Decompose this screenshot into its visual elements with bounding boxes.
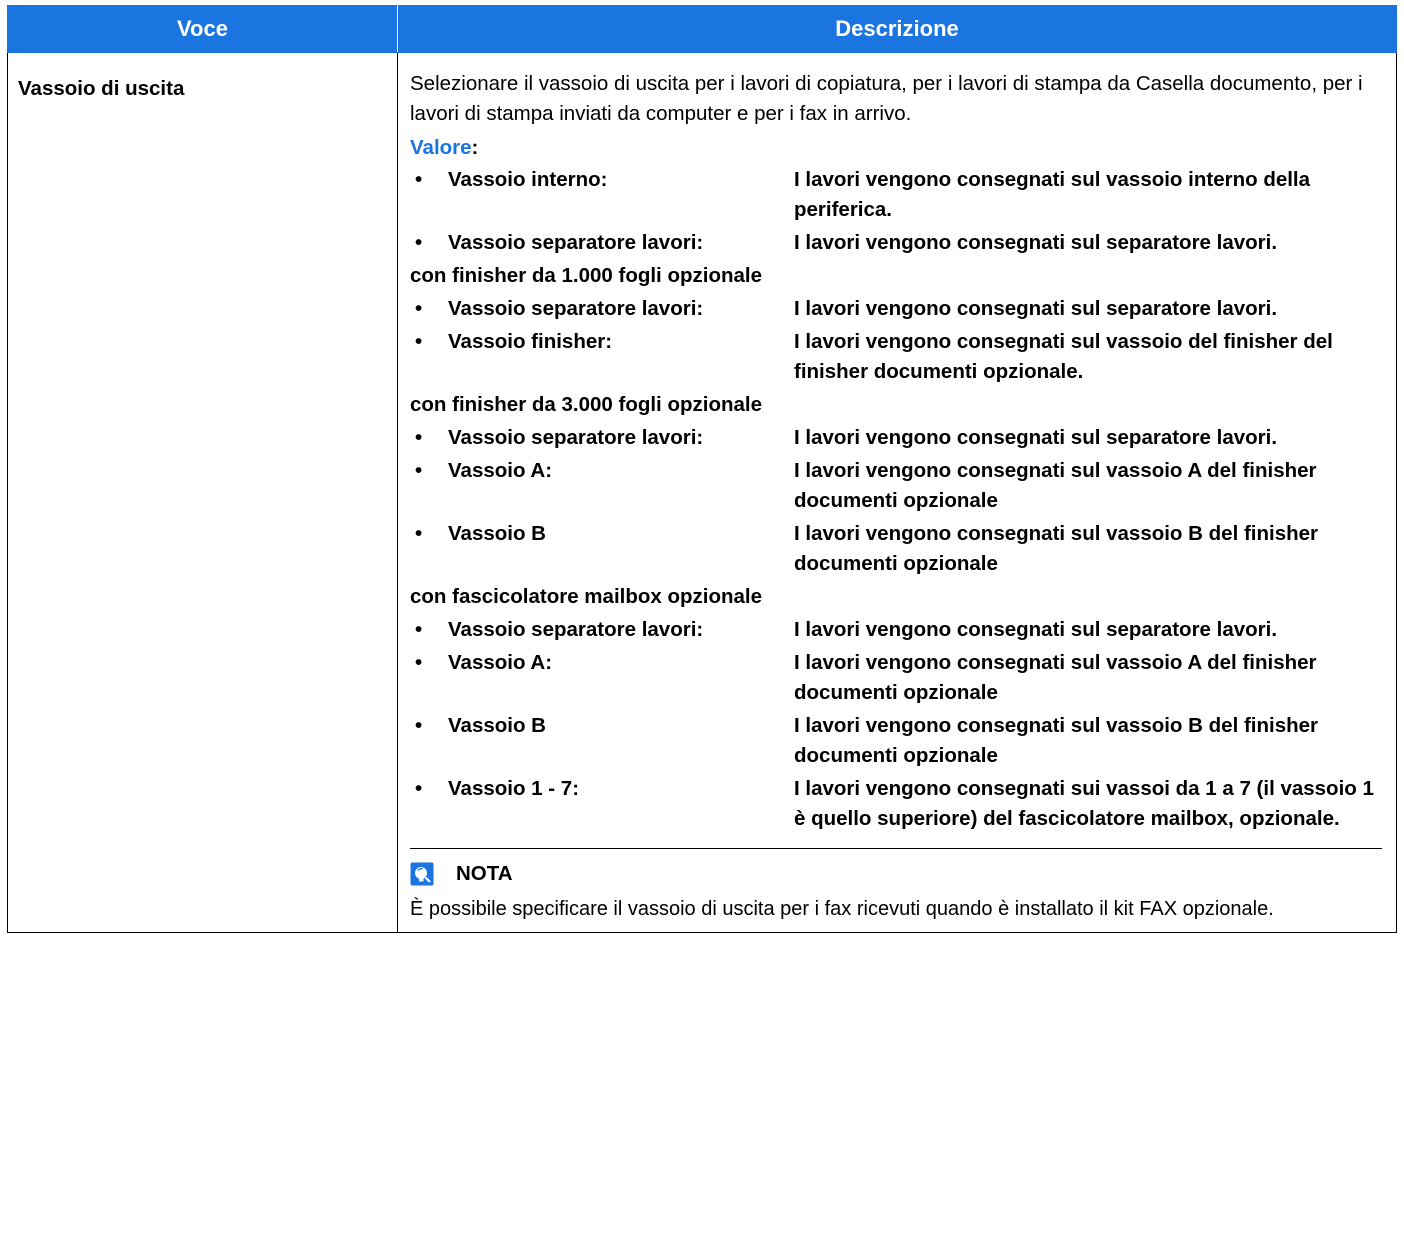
- bullet-icon: •: [415, 651, 423, 674]
- option-description: I lavori vengono consegnati sul vassoio …: [794, 330, 1333, 383]
- option-label: Vassoio B: [448, 522, 546, 545]
- option-label: Vassoio separatore lavori:: [448, 297, 704, 320]
- bullet-icon: •: [415, 231, 423, 254]
- note-box: NOTA È possibile specificare il vassoio …: [410, 848, 1382, 924]
- bullet-icon: •: [415, 297, 423, 320]
- option-description: I lavori vengono consegnati sul separato…: [794, 231, 1278, 254]
- bullet-icon: •: [415, 168, 423, 191]
- option-row: • Vassoio A: I lavori vengono consegnati s…: [410, 648, 1382, 708]
- note-text: È possibile specificare il vassoio di us…: [410, 898, 1274, 920]
- option-label: Vassoio A:: [448, 459, 553, 482]
- option-row: • Vassoio finisher: I lavori vengono conse…: [410, 327, 1382, 387]
- bullet-icon: •: [415, 714, 423, 737]
- group-heading: con finisher da 1.000 fogli opzionale: [410, 264, 762, 287]
- bullet-icon: •: [415, 330, 423, 353]
- valore-label: Valore: [410, 136, 472, 159]
- item-description: Selezionare il vassoio di uscita per i l…: [397, 52, 1397, 933]
- option-label: Vassoio 1 - 7:: [448, 777, 580, 800]
- options-list: • Vassoio interno: I lavori vengono conseg…: [410, 165, 1382, 834]
- option-label: Vassoio interno:: [448, 168, 608, 191]
- bullet-icon: •: [415, 618, 423, 641]
- option-row: • Vassoio 1 - 7: I lavori vengono consegna…: [410, 774, 1382, 834]
- option-label: Vassoio separatore lavori:: [448, 426, 704, 449]
- option-label: Vassoio finisher:: [448, 330, 613, 353]
- note-title: NOTA: [456, 862, 513, 885]
- option-description: I lavori vengono consegnati sul separato…: [794, 618, 1278, 641]
- option-description: I lavori vengono consegnati sul vassoio …: [794, 714, 1319, 767]
- column-header-voce: Voce: [7, 5, 398, 53]
- description-intro: Selezionare il vassoio di uscita per i l…: [410, 72, 1363, 125]
- column-header-descrizione: Descrizione: [397, 5, 1397, 53]
- option-description: I lavori vengono consegnati sul vassoio …: [794, 522, 1319, 575]
- bullet-icon: •: [415, 522, 423, 545]
- valore-colon: :: [471, 136, 479, 159]
- bullet-icon: •: [415, 426, 423, 449]
- table-header-row: Voce Descrizione: [7, 5, 1397, 53]
- note-icon: [410, 862, 434, 886]
- option-row: • Vassoio separatore lavori: I lavori veng…: [410, 228, 1382, 258]
- settings-table: Voce Descrizione Vassoio di uscita Selez…: [7, 5, 1397, 933]
- option-row: • Vassoio interno: I lavori vengono conseg…: [410, 165, 1382, 225]
- option-label: Vassoio B: [448, 714, 546, 737]
- option-description: I lavori vengono consegnati sul vassoio …: [794, 651, 1317, 704]
- option-description: I lavori vengono consegnati sul separato…: [794, 297, 1278, 320]
- option-label: Vassoio separatore lavori:: [448, 618, 704, 641]
- option-row: • Vassoio separatore lavori: I lavori veng…: [410, 294, 1382, 324]
- note-header: NOTA: [410, 859, 1382, 889]
- option-row: • Vassoio B I lavori vengono consegnati su…: [410, 519, 1382, 579]
- option-description: I lavori vengono consegnati sul vassoio …: [794, 459, 1317, 512]
- option-description: I lavori vengono consegnati sul vassoio …: [794, 168, 1311, 221]
- bullet-icon: •: [415, 777, 423, 800]
- option-row: • Vassoio separatore lavori: I lavori veng…: [410, 423, 1382, 453]
- table-row: Vassoio di uscita Selezionare il vassoio…: [7, 52, 1397, 933]
- item-name: Vassoio di uscita: [7, 52, 398, 933]
- valore-heading: Valore:: [410, 133, 1382, 163]
- option-row: • Vassoio separatore lavori: I lavori veng…: [410, 615, 1382, 645]
- group-heading: con fascicolatore mailbox opzionale: [410, 585, 763, 608]
- group-heading: con finisher da 3.000 fogli opzionale: [410, 393, 762, 416]
- option-description: I lavori vengono consegnati sul separato…: [794, 426, 1278, 449]
- option-row: • Vassoio A: I lavori vengono consegnati s…: [410, 456, 1382, 516]
- option-label: Vassoio separatore lavori:: [448, 231, 704, 254]
- option-row: • Vassoio B I lavori vengono consegnati su…: [410, 711, 1382, 771]
- bullet-icon: •: [415, 459, 423, 482]
- option-description: I lavori vengono consegnati sui vassoi d…: [794, 777, 1374, 830]
- option-label: Vassoio A:: [448, 651, 553, 674]
